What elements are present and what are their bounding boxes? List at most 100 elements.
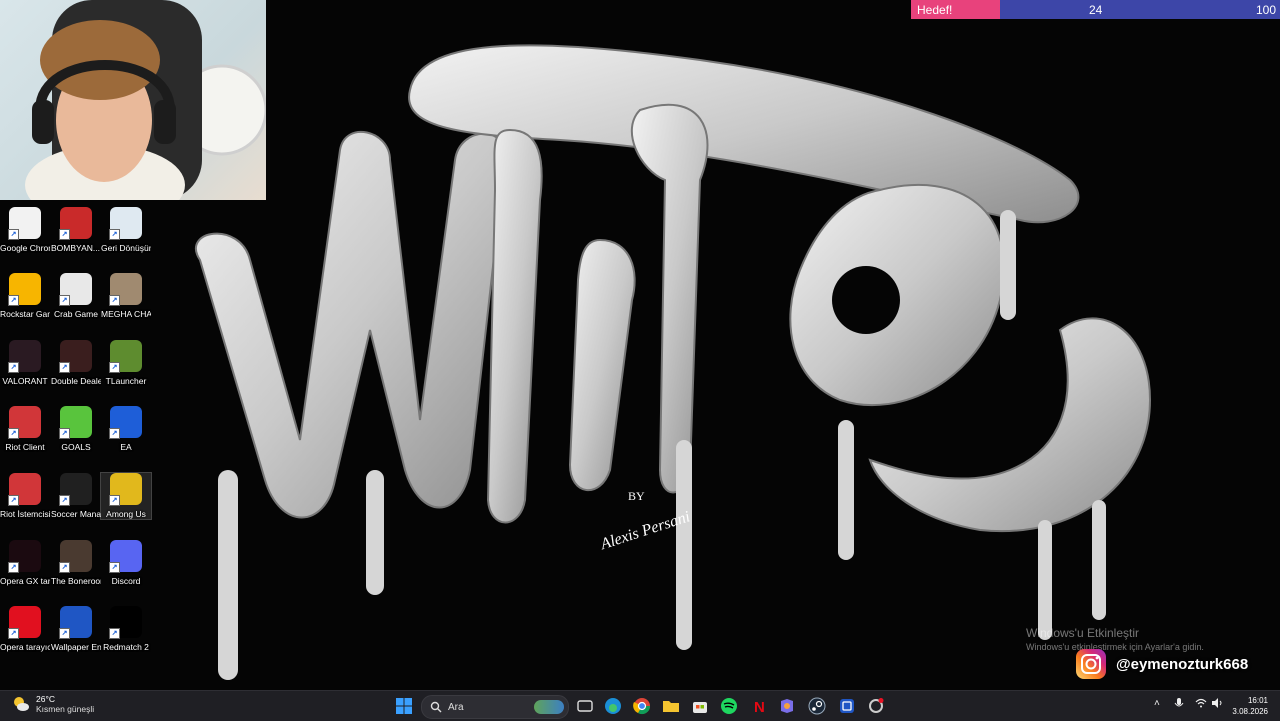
desktop-icon-label: Double Deale...: [51, 376, 101, 386]
riot-icon: ↗: [8, 406, 41, 439]
desktop-icon[interactable]: ↗ Google Chrome: [0, 207, 50, 253]
desktop-icon-label: MEGHA CHAMELEON: [101, 309, 151, 319]
desktop-icon[interactable]: ↗ TLauncher: [101, 340, 151, 386]
tray-overflow-chevron-icon[interactable]: ˄: [1154, 698, 1160, 709]
desktop-icon-label: BOMBYAN... Demo: [51, 243, 101, 253]
desktop-icon[interactable]: ↗ EA: [101, 406, 151, 452]
desktop-icon-label: Google Chrome: [0, 243, 50, 253]
desktop-icon[interactable]: ↗ The Bonerooms: [51, 540, 101, 586]
wallpaper-credit-by: BY: [628, 489, 645, 503]
ea-icon: ↗: [109, 406, 142, 439]
game-icon: ↗: [59, 207, 92, 240]
microphone-icon[interactable]: [1174, 698, 1184, 713]
chrome-icon: [633, 698, 651, 715]
taskbar-clock[interactable]: 16:01 3.08.2026: [1232, 695, 1268, 717]
desktop-icon-label: Wallpaper Engine: [51, 642, 101, 652]
desktop-icon[interactable]: ↗ Redmatch 2: [101, 606, 151, 652]
shortcut-arrow-icon: ↗: [8, 495, 19, 506]
rockstar-icon: ↗: [8, 273, 41, 306]
desktop-icon-label: Soccer Manag...: [51, 509, 101, 519]
search-placeholder: Ara: [448, 701, 464, 713]
desktop-icon-label: EA: [120, 442, 132, 452]
desktop-icon[interactable]: ↗ Opera tarayıcı: [0, 606, 50, 652]
taskbar-wallpaper-engine[interactable]: [836, 696, 858, 716]
desktop-icon-label: The Bonerooms: [51, 576, 101, 586]
double-dealer-icon: ↗: [59, 340, 92, 373]
gear-notification-icon: [869, 698, 884, 713]
shortcut-arrow-icon: ↗: [59, 628, 70, 639]
desktop-icon[interactable]: ↗ Soccer Manag...: [51, 473, 101, 519]
task-view-icon: [577, 700, 593, 712]
goal-progress-bar: Hedef! 24 100: [911, 0, 1280, 19]
desktop-icon[interactable]: ↗ GOALS: [51, 406, 101, 452]
desktop-icon[interactable]: ↗ VALORANT: [0, 340, 50, 386]
folder-icon: [663, 701, 679, 712]
instagram-icon: [1076, 649, 1106, 679]
desktop-icon[interactable]: ↗ Among Us: [100, 472, 152, 520]
desktop-icon-label: Geri Dönüşüm...: [101, 243, 151, 253]
steam-icon: [808, 697, 826, 715]
desktop-icon[interactable]: ↗ Opera GX tarayıcı: [0, 540, 50, 586]
volume-icon[interactable]: [1211, 698, 1223, 711]
taskbar-chrome[interactable]: [631, 696, 653, 716]
desktop-icon[interactable]: ↗ Riot Client: [0, 406, 50, 452]
taskbar-app-notification[interactable]: [865, 696, 887, 716]
desktop-icon-label: Discord: [111, 576, 141, 586]
desktop-icon-label: TLauncher: [105, 376, 147, 386]
desktop-icon[interactable]: ↗ Discord: [101, 540, 151, 586]
taskbar-steam[interactable]: [806, 696, 828, 716]
desktop-icon-label: Riot İstemcisi: [0, 509, 50, 519]
desktop-icon[interactable]: ↗ Wallpaper Engine: [51, 606, 101, 652]
chrome-icon: ↗: [8, 207, 41, 240]
taskbar-search-box[interactable]: Ara: [421, 695, 569, 719]
goal-current-value: 24: [1089, 3, 1103, 17]
weather-condition: Kısmen güneşli: [36, 704, 95, 714]
taskbar-spotify[interactable]: [718, 696, 740, 716]
sm26-icon: ↗: [59, 473, 92, 506]
start-button[interactable]: [393, 696, 415, 716]
taskbar-copilot[interactable]: [776, 696, 798, 716]
valorant-icon: ↗: [8, 340, 41, 373]
desktop-icon[interactable]: ↗ MEGHA CHAMELEON: [101, 273, 151, 319]
desktop-icon[interactable]: ↗ Crab Game: [51, 273, 101, 319]
clock-date: 3.08.2026: [1232, 707, 1268, 716]
desktop-icon[interactable]: ↗ Riot İstemcisi: [0, 473, 50, 519]
shortcut-arrow-icon: ↗: [59, 495, 70, 506]
shortcut-arrow-icon: ↗: [59, 229, 70, 240]
shortcut-arrow-icon: ↗: [109, 628, 120, 639]
wifi-icon[interactable]: [1195, 698, 1207, 711]
hair: [40, 20, 160, 100]
shortcut-arrow-icon: ↗: [8, 362, 19, 373]
weather-sun-cloud-icon: [14, 697, 29, 711]
redmatch-icon: ↗: [109, 606, 142, 639]
desktop-icon[interactable]: ↗ Geri Dönüşüm...: [101, 207, 151, 253]
desktop-icon[interactable]: ↗ Double Deale...: [51, 340, 101, 386]
weather-widget[interactable]: 26°C Kısmen güneşli: [12, 694, 94, 714]
taskbar-file-explorer[interactable]: [660, 696, 682, 716]
shortcut-arrow-icon: ↗: [109, 562, 120, 573]
taskbar-store[interactable]: [689, 696, 711, 716]
svg-text:N: N: [754, 699, 765, 715]
edge-icon: [605, 698, 621, 714]
desktop-icon-label: Opera tarayıcı: [0, 642, 50, 652]
taskbar-netflix[interactable]: N: [747, 696, 769, 716]
recycle-bin-icon: ↗: [109, 207, 142, 240]
taskbar-edge[interactable]: [602, 696, 624, 716]
discord-icon: ↗: [109, 540, 142, 573]
task-view-button[interactable]: [574, 696, 596, 716]
desktop-icon[interactable]: ↗ BOMBYAN... Demo: [51, 207, 101, 253]
shortcut-arrow-icon: ↗: [109, 295, 120, 306]
desktop-icon-label: VALORANT: [2, 376, 48, 386]
search-highlight-icon: [534, 700, 564, 714]
windows-logo-icon: [396, 698, 412, 714]
crab-game-icon: ↗: [59, 273, 92, 306]
desktop-icon-label: Opera GX tarayıcı: [0, 576, 50, 586]
goal-target-value: 100: [1255, 3, 1276, 17]
goal-label: Hedef!: [917, 3, 953, 17]
minecraft-icon: ↗: [109, 340, 142, 373]
shortcut-arrow-icon: ↗: [109, 428, 120, 439]
activation-title: Windows'u Etkinleştir: [1026, 626, 1139, 640]
shortcut-arrow-icon: ↗: [109, 495, 120, 506]
search-icon: [430, 701, 442, 713]
desktop-icon[interactable]: ↗ Rockstar Games ...: [0, 273, 50, 319]
